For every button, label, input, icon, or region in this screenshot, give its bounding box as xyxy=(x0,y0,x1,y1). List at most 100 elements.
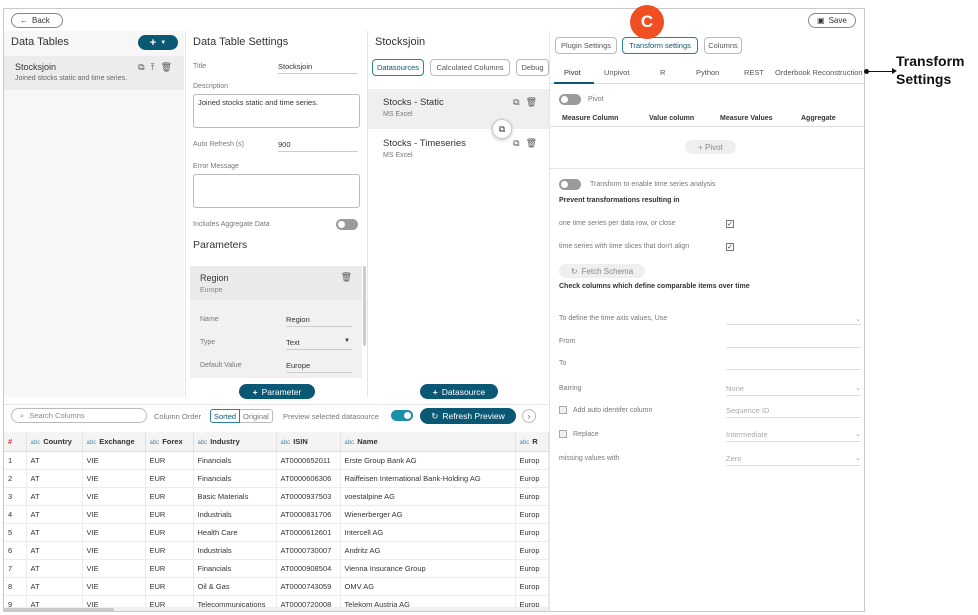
time-series-toggle[interactable] xyxy=(559,179,581,190)
option-one-series-checkbox[interactable]: ✓ xyxy=(726,220,734,228)
chevron-right-icon[interactable]: › xyxy=(522,409,536,423)
description-textarea[interactable]: Joined stocks static and time series. xyxy=(193,94,360,128)
subtab-orderbook[interactable]: Orderbook Reconstruction xyxy=(775,68,863,77)
stocksjoin-panel: Stocksjoin Datasources Calculated Column… xyxy=(367,31,549,399)
subtab-python[interactable]: Python xyxy=(696,68,719,77)
table-row[interactable]: 6 AT VIE EUR Industrials AT0000730007 Andritz … xyxy=(4,541,549,560)
subtab-r[interactable]: R xyxy=(660,68,665,77)
trash-icon[interactable]: 🗑 xyxy=(341,272,352,283)
refresh-preview-button[interactable]: ↻ Refresh Preview xyxy=(420,408,516,424)
pivot-col-aggregate: Aggregate xyxy=(801,115,836,122)
table-row[interactable]: 8 AT VIE EUR Oil & Gas AT0000743059 OMV AG Euro… xyxy=(4,577,549,596)
column-header[interactable]: # xyxy=(4,432,27,452)
trash-icon[interactable]: 🗑 xyxy=(526,97,537,108)
chevron-down-icon: ⌄ xyxy=(855,431,861,438)
error-message-textarea[interactable] xyxy=(193,174,360,208)
tab-transform-settings[interactable]: Transform settings xyxy=(622,37,698,54)
option-slices-checkbox[interactable]: ✓ xyxy=(726,243,734,251)
parameter-header[interactable]: Region Europe 🗑 xyxy=(190,266,362,300)
table-row[interactable]: 1 AT VIE EUR Financials AT0000652011 Erste Gro… xyxy=(4,451,549,470)
table-row[interactable]: 3 AT VIE EUR Basic Materials AT0000937503 voes… xyxy=(4,487,549,506)
table-row[interactable]: 2 AT VIE EUR Financials AT0000606306 Raiffeise… xyxy=(4,469,549,488)
aggregate-toggle[interactable] xyxy=(336,219,358,230)
sorted-button[interactable]: Sorted xyxy=(210,409,241,423)
table-cell: AT xyxy=(26,487,83,506)
replace-select[interactable]: Intermediate ⌄ xyxy=(726,430,861,442)
save-button[interactable]: ▣ Save xyxy=(808,13,856,28)
datasource-item[interactable]: Stocks - Static MS Excel ⧉ 🗑 xyxy=(368,89,549,129)
table-cell: AT xyxy=(26,523,83,542)
param-type-select[interactable]: Text ▼ xyxy=(286,338,352,350)
param-type-value: Text xyxy=(286,338,300,347)
column-header[interactable]: abc Name xyxy=(340,432,516,452)
replace-checkbox[interactable] xyxy=(559,430,567,438)
table-cell: Europ xyxy=(515,451,549,470)
table-cell: EUR xyxy=(145,469,194,488)
scroll-thumb[interactable] xyxy=(4,608,114,611)
original-button[interactable]: Original xyxy=(240,409,273,423)
stack-icon[interactable]: ⧉ xyxy=(492,119,512,139)
tab-plugin-settings[interactable]: Plugin Settings xyxy=(555,37,617,54)
add-pivot-button[interactable]: + Pivot xyxy=(685,140,736,154)
copy-icon[interactable]: ⧉ xyxy=(513,97,519,108)
title-input[interactable]: Stocksjoin xyxy=(278,62,358,74)
column-header[interactable]: abc Industry xyxy=(193,432,277,452)
barring-select[interactable]: None ⌄ xyxy=(726,384,861,396)
table-cell: EUR xyxy=(145,505,194,524)
refresh-icon: ↻ xyxy=(570,266,578,276)
auto-refresh-input[interactable]: 900 xyxy=(278,140,358,152)
tab-debug[interactable]: Debug xyxy=(516,59,549,76)
add-parameter-button[interactable]: + Parameter xyxy=(239,384,315,399)
horizontal-scrollbar[interactable] xyxy=(4,607,548,611)
auto-id-checkbox[interactable] xyxy=(559,406,567,414)
scrollbar[interactable] xyxy=(363,266,366,346)
column-header[interactable]: abc Exchange xyxy=(82,432,146,452)
missing-values-label: missing values with xyxy=(559,455,620,462)
preview-toggle[interactable] xyxy=(391,410,413,421)
pivot-toggle[interactable] xyxy=(559,94,581,105)
data-table-settings-panel: Data Table Settings Title Stocksjoin Des… xyxy=(185,31,366,399)
from-input[interactable] xyxy=(726,338,861,348)
param-default-input[interactable]: Europe xyxy=(286,361,352,373)
tab-datasources[interactable]: Datasources xyxy=(372,59,424,76)
trash-icon[interactable]: 🗑 xyxy=(161,62,172,73)
callout-label: Transform Settings xyxy=(896,52,964,88)
param-name-input[interactable]: Region xyxy=(286,315,352,327)
table-cell: Europ xyxy=(515,505,549,524)
copy-icon[interactable]: ⧉ xyxy=(138,62,144,73)
table-row[interactable]: 4 AT VIE EUR Industrials AT0000831706 Wienerbe… xyxy=(4,505,549,524)
copy-icon[interactable]: ⧉ xyxy=(513,138,519,149)
search-columns-input[interactable]: ⌕ Search Columns xyxy=(11,408,147,423)
column-header[interactable]: abc ISIN xyxy=(276,432,341,452)
back-button[interactable]: ← Back xyxy=(11,13,63,28)
column-header[interactable]: abc R xyxy=(515,432,549,452)
add-data-table-button[interactable]: + ▼ xyxy=(138,35,178,50)
table-row[interactable]: 5 AT VIE EUR Health Care AT0000612601 Intercel… xyxy=(4,523,549,542)
datasource-type: MS Excel xyxy=(383,152,413,159)
datasource-item[interactable]: Stocks - Timeseries MS Excel ⧉ 🗑 xyxy=(368,130,549,170)
subtab-pivot[interactable]: Pivot xyxy=(564,68,581,77)
data-table-item[interactable]: Stocksjoin Joined stocks static and time… xyxy=(4,56,184,90)
to-input[interactable] xyxy=(726,360,861,370)
fetch-schema-button[interactable]: ↻ Fetch Schema xyxy=(559,264,645,278)
column-header-label: Name xyxy=(357,436,378,446)
barring-value: None xyxy=(726,384,744,393)
option-slices-label: time series with time slices that don't … xyxy=(559,243,690,250)
table-cell: 2 xyxy=(4,469,27,488)
column-header[interactable]: abc Forex xyxy=(145,432,194,452)
subtab-rest[interactable]: REST xyxy=(744,68,764,77)
upload-icon[interactable]: ⤒ xyxy=(151,62,155,73)
check-columns-label: Check columns which define comparable it… xyxy=(559,283,750,290)
tab-columns[interactable]: Columns xyxy=(704,37,742,54)
table-cell: Health Care xyxy=(193,523,277,542)
missing-values-select[interactable]: Zero ⌄ xyxy=(726,454,861,466)
column-header[interactable]: abc Country xyxy=(26,432,83,452)
time-axis-select[interactable]: ⌄ xyxy=(726,315,861,325)
table-cell: AT0000831706 xyxy=(276,505,341,524)
add-datasource-button[interactable]: + Datasource xyxy=(420,384,498,399)
table-row[interactable]: 7 AT VIE EUR Financials AT0000908504 Vienna In… xyxy=(4,559,549,578)
auto-id-input[interactable]: Sequence ID xyxy=(726,406,861,418)
tab-calculated-columns[interactable]: Calculated Columns xyxy=(430,59,510,76)
subtab-unpivot[interactable]: Unpivot xyxy=(604,68,629,77)
trash-icon[interactable]: 🗑 xyxy=(526,138,537,149)
